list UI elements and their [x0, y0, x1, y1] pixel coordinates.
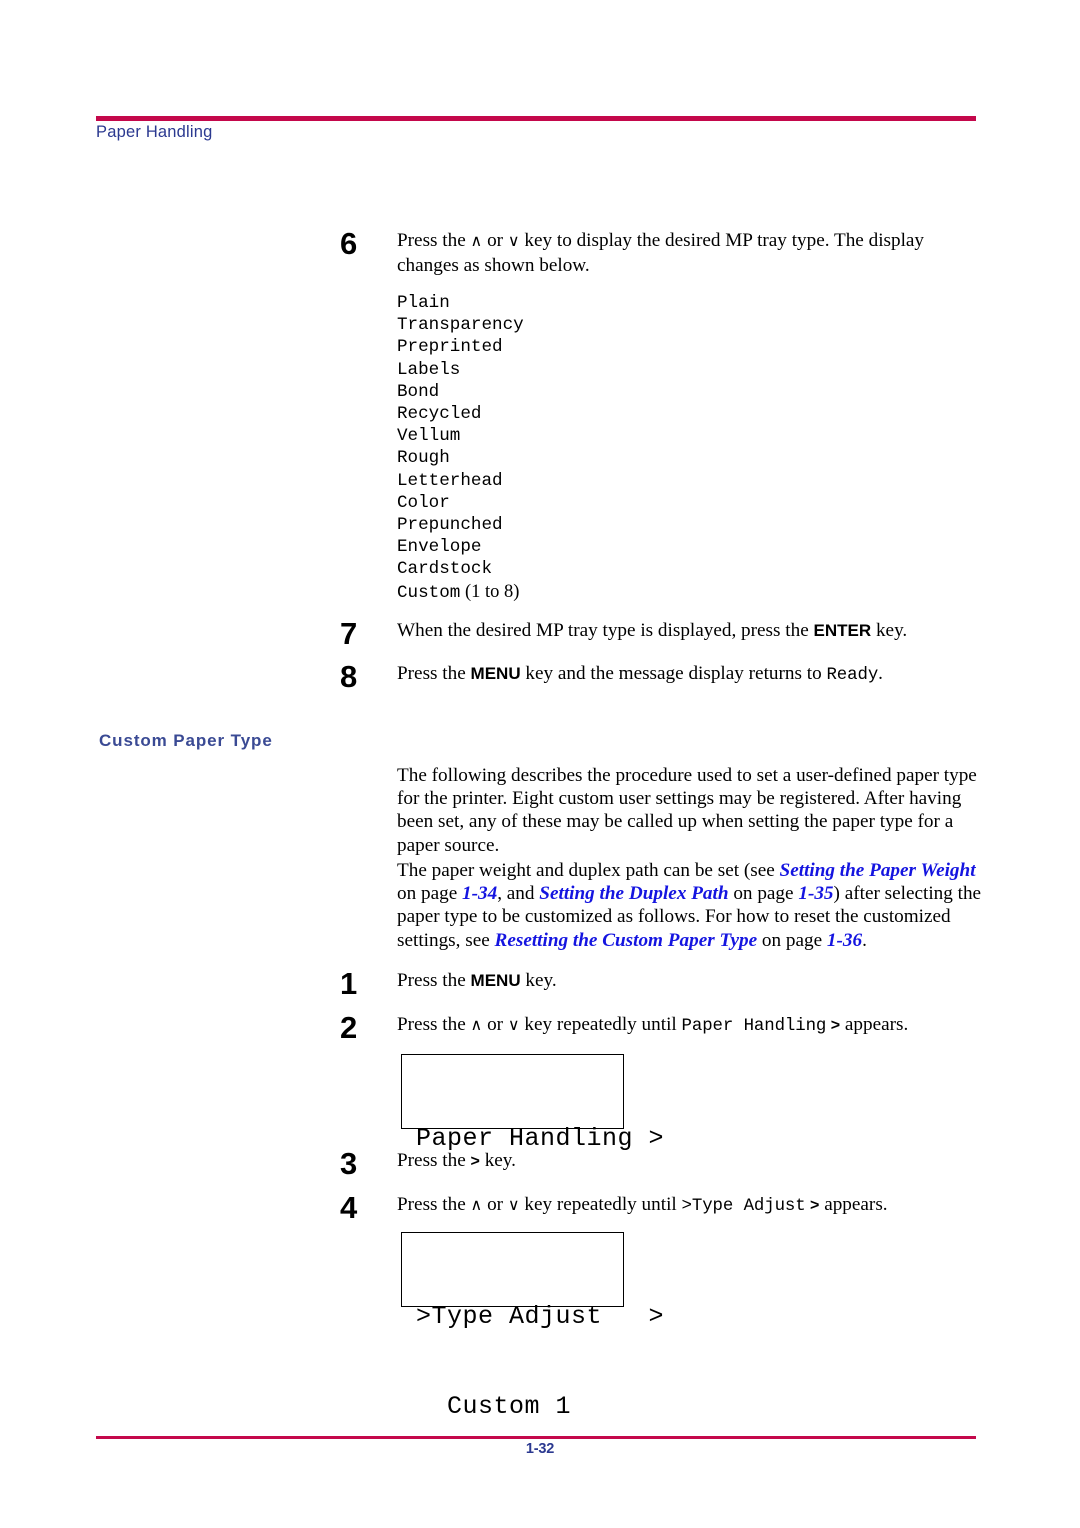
step-number: 1 [340, 966, 358, 1001]
xref-page-1-36[interactable]: 1-36 [827, 930, 862, 951]
step-number: 3 [340, 1146, 358, 1181]
header-rule [96, 116, 976, 121]
para2-text-4: on page [728, 883, 799, 905]
up-arrow-icon: ∧ [470, 1195, 483, 1214]
up-arrow-icon: ∧ [470, 231, 483, 250]
step-6: 6 Press the ∧ or ∨ key to display the de… [340, 228, 980, 278]
step-text: Press the ∧ or ∨ key repeatedly until >T… [397, 1192, 980, 1219]
step-number: 7 [340, 616, 358, 651]
step-3: 3 Press the > key. [340, 1148, 980, 1179]
section-paragraph-2: The paper weight and duplex path can be … [397, 859, 982, 952]
greater-than-icon: > [805, 1197, 820, 1214]
step-text: When the desired MP tray type is display… [397, 618, 980, 643]
lcd-display-type-adjust: >Type Adjust > Custom 1 [401, 1232, 664, 1421]
step-number: 2 [340, 1010, 358, 1045]
step-1: 1 Press the MENU key. [340, 968, 980, 999]
list-item: Preprinted [397, 337, 503, 358]
header-title: Paper Handling [96, 123, 213, 141]
para2-text-6: on page [757, 929, 827, 951]
section-heading: Custom Paper Type [99, 731, 273, 750]
para2-text-7: . [862, 929, 867, 951]
step-7-post: key. [871, 620, 908, 641]
xref-setting-paper-weight[interactable]: Setting the Paper Weight [780, 860, 976, 881]
lcd-line-1: >Type Adjust > [416, 1302, 665, 1331]
list-item: Bond [397, 381, 440, 402]
menu-key-label: MENU [470, 971, 521, 990]
list-item-custom: Custom (1 to 8) [397, 581, 524, 604]
step-text: Press the MENU key. [397, 968, 980, 993]
xref-resetting-custom-paper-type[interactable]: Resetting the Custom Paper Type [495, 930, 758, 951]
step-8: 8 Press the MENU key and the message dis… [340, 661, 980, 692]
step-text: Press the MENU key and the message displ… [397, 661, 980, 688]
paper-handling-message: Paper Handling [681, 1017, 827, 1036]
list-item: Letterhead [397, 470, 503, 491]
footer-rule [96, 1436, 976, 1439]
step-2-post: appears. [840, 1014, 909, 1035]
step-1-pre: Press the [397, 970, 471, 991]
step-2-mid: key repeatedly until [519, 1014, 682, 1035]
step-6-text-pre: Press the [397, 230, 471, 251]
step-2-or: or [482, 1014, 508, 1035]
list-item: Labels [397, 359, 461, 380]
page-number: 1-32 [525, 1441, 555, 1457]
step-3-post: key. [479, 1150, 516, 1171]
step-4-post: appears. [819, 1194, 888, 1215]
xref-setting-duplex-path[interactable]: Setting the Duplex Path [539, 883, 728, 904]
section-paragraph-1: The following describes the procedure us… [397, 765, 977, 856]
step-text: Press the > key. [397, 1148, 980, 1174]
step-1-post: key. [520, 970, 557, 991]
greater-than-icon: > [470, 1153, 480, 1170]
menu-key-label: MENU [470, 664, 521, 683]
list-item: Envelope [397, 537, 482, 558]
para2-text-2: on page [397, 883, 463, 905]
list-item: Rough [397, 448, 450, 469]
step-6-or: or [482, 230, 508, 251]
step-8-pre: Press the [397, 663, 471, 684]
list-item: Color [397, 492, 450, 513]
step-2: 2 Press the ∧ or ∨ key repeatedly until … [340, 1012, 980, 1043]
step-3-pre: Press the [397, 1150, 471, 1171]
up-arrow-icon: ∧ [470, 1015, 483, 1034]
step-4-mid: key repeatedly until [519, 1194, 682, 1215]
lcd-line-2: Custom 1 [416, 1392, 572, 1421]
step-number: 6 [340, 226, 358, 261]
greater-than-icon: > [826, 1017, 841, 1034]
step-text: Press the ∧ or ∨ key to display the desi… [397, 228, 980, 278]
para2-text-3: , and [497, 883, 540, 905]
down-arrow-icon: ∨ [507, 1015, 520, 1034]
list-item: Cardstock [397, 559, 493, 580]
list-item: Transparency [397, 315, 524, 336]
list-item: Prepunched [397, 515, 503, 536]
custom-label: Custom [397, 582, 461, 603]
down-arrow-icon: ∨ [507, 231, 520, 250]
xref-page-1-35[interactable]: 1-35 [798, 883, 833, 904]
list-item: Vellum [397, 426, 461, 447]
step-7: 7 When the desired MP tray type is displ… [340, 618, 980, 649]
step-7-pre: When the desired MP tray type is display… [397, 620, 814, 641]
type-adjust-message: >Type Adjust [681, 1197, 806, 1216]
step-number: 4 [340, 1190, 358, 1225]
step-8-mid: key and the message display returns to [520, 663, 827, 684]
lcd-display-paper-handling: Paper Handling > [401, 1054, 664, 1153]
down-arrow-icon: ∨ [507, 1195, 520, 1214]
step-4-or: or [482, 1194, 508, 1215]
step-text: Press the ∧ or ∨ key repeatedly until Pa… [397, 1012, 980, 1039]
document-page: Paper Handling 6 Press the ∧ or ∨ key to… [0, 0, 1080, 1528]
list-item: Recycled [397, 404, 482, 425]
step-8-post: . [878, 663, 883, 684]
step-number: 8 [340, 659, 358, 694]
step-4: 4 Press the ∧ or ∨ key repeatedly until … [340, 1192, 980, 1223]
custom-range: (1 to 8) [460, 581, 520, 602]
step-4-pre: Press the [397, 1194, 471, 1215]
enter-key-label: ENTER [813, 621, 872, 640]
ready-message: Ready [826, 666, 879, 685]
xref-page-1-34[interactable]: 1-34 [462, 883, 497, 904]
list-item: Plain [397, 293, 450, 313]
para2-text-1: The paper weight and duplex path can be … [397, 860, 780, 881]
paper-type-list: Plain Transparency Preprinted Labels Bon… [397, 292, 524, 604]
step-2-pre: Press the [397, 1014, 471, 1035]
